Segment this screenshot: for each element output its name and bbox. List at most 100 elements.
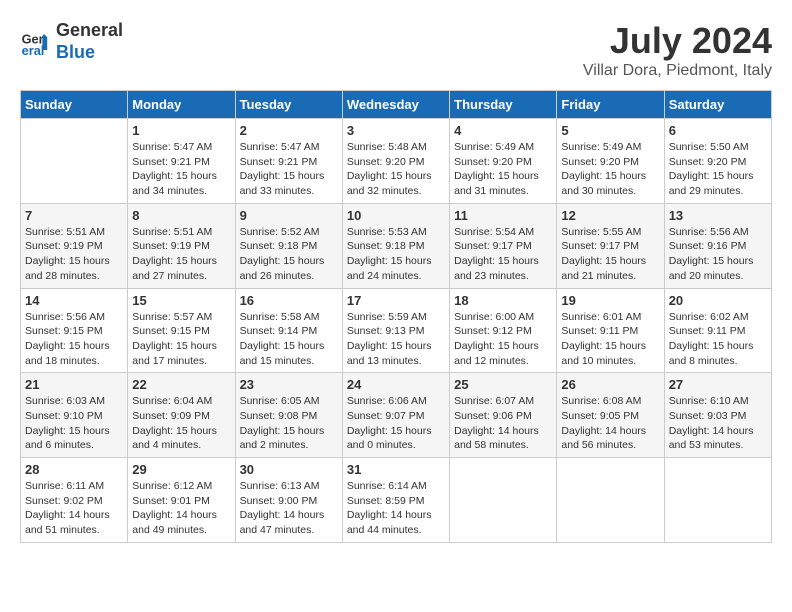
day-number: 26 [561, 377, 659, 392]
day-number: 27 [669, 377, 767, 392]
calendar-cell: 21 Sunrise: 6:03 AM Sunset: 9:10 PM Dayli… [21, 373, 128, 458]
day-number: 31 [347, 462, 445, 477]
day-info: Sunrise: 5:57 AM Sunset: 9:15 PM Dayligh… [132, 310, 230, 369]
day-info: Sunrise: 5:59 AM Sunset: 9:13 PM Dayligh… [347, 310, 445, 369]
calendar-cell: 29Sunrise: 6:12 AM Sunset: 9:01 PM Dayli… [128, 458, 235, 543]
main-title: July 2024 [583, 20, 772, 62]
logo-icon: Gen eral [20, 26, 52, 58]
calendar-cell: 20 Sunrise: 6:02 AM Sunset: 9:11 PM Dayli… [664, 288, 771, 373]
calendar-cell [450, 458, 557, 543]
day-number: 9 [240, 208, 338, 223]
day-number: 11 [454, 208, 552, 223]
week-row-4: 21 Sunrise: 6:03 AM Sunset: 9:10 PM Dayli… [21, 373, 772, 458]
weekday-header-thursday: Thursday [450, 91, 557, 119]
weekday-header-wednesday: Wednesday [342, 91, 449, 119]
day-number: 5 [561, 123, 659, 138]
page-header: Gen eral General Blue July 2024 Villar D… [20, 20, 772, 80]
calendar-cell: 22 Sunrise: 6:04 AM Sunset: 9:09 PM Dayli… [128, 373, 235, 458]
calendar-cell: 2Sunrise: 5:47 AM Sunset: 9:21 PM Daylig… [235, 119, 342, 204]
day-info: Sunrise: 6:13 AM Sunset: 9:00 PM Dayligh… [240, 479, 338, 538]
calendar-cell [557, 458, 664, 543]
day-info: Sunrise: 6:04 AM Sunset: 9:09 PM Dayligh… [132, 394, 230, 453]
calendar-cell: 9Sunrise: 5:52 AM Sunset: 9:18 PM Daylig… [235, 203, 342, 288]
day-info: Sunrise: 6:06 AM Sunset: 9:07 PM Dayligh… [347, 394, 445, 453]
day-number: 30 [240, 462, 338, 477]
week-row-5: 28 Sunrise: 6:11 AM Sunset: 9:02 PM Dayli… [21, 458, 772, 543]
calendar-table: SundayMondayTuesdayWednesdayThursdayFrid… [20, 90, 772, 543]
weekday-header-friday: Friday [557, 91, 664, 119]
day-number: 7 [25, 208, 123, 223]
day-number: 6 [669, 123, 767, 138]
day-info: Sunrise: 6:00 AM Sunset: 9:12 PM Dayligh… [454, 310, 552, 369]
day-number: 10 [347, 208, 445, 223]
day-number: 3 [347, 123, 445, 138]
day-info: Sunrise: 6:05 AM Sunset: 9:08 PM Dayligh… [240, 394, 338, 453]
day-number: 1 [132, 123, 230, 138]
day-info: Sunrise: 6:14 AM Sunset: 8:59 PM Dayligh… [347, 479, 445, 538]
calendar-cell: 7 Sunrise: 5:51 AM Sunset: 9:19 PM Daylig… [21, 203, 128, 288]
calendar-cell: 6 Sunrise: 5:50 AM Sunset: 9:20 PM Daylig… [664, 119, 771, 204]
calendar-cell: 8Sunrise: 5:51 AM Sunset: 9:19 PM Daylig… [128, 203, 235, 288]
day-info: Sunrise: 6:03 AM Sunset: 9:10 PM Dayligh… [25, 394, 123, 453]
day-info: Sunrise: 5:50 AM Sunset: 9:20 PM Dayligh… [669, 140, 767, 199]
day-number: 2 [240, 123, 338, 138]
calendar-cell: 23 Sunrise: 6:05 AM Sunset: 9:08 PM Dayli… [235, 373, 342, 458]
calendar-cell: 10 Sunrise: 5:53 AM Sunset: 9:18 PM Dayli… [342, 203, 449, 288]
day-info: Sunrise: 6:10 AM Sunset: 9:03 PM Dayligh… [669, 394, 767, 453]
calendar-cell: 24 Sunrise: 6:06 AM Sunset: 9:07 PM Dayli… [342, 373, 449, 458]
week-row-3: 14Sunrise: 5:56 AM Sunset: 9:15 PM Dayli… [21, 288, 772, 373]
calendar-cell: 30 Sunrise: 6:13 AM Sunset: 9:00 PM Dayli… [235, 458, 342, 543]
day-info: Sunrise: 5:54 AM Sunset: 9:17 PM Dayligh… [454, 225, 552, 284]
calendar-cell: 26 Sunrise: 6:08 AM Sunset: 9:05 PM Dayli… [557, 373, 664, 458]
calendar-cell: 18 Sunrise: 6:00 AM Sunset: 9:12 PM Dayli… [450, 288, 557, 373]
day-info: Sunrise: 6:07 AM Sunset: 9:06 PM Dayligh… [454, 394, 552, 453]
weekday-header-row: SundayMondayTuesdayWednesdayThursdayFrid… [21, 91, 772, 119]
day-number: 17 [347, 293, 445, 308]
day-number: 25 [454, 377, 552, 392]
day-number: 29 [132, 462, 230, 477]
day-info: Sunrise: 6:11 AM Sunset: 9:02 PM Dayligh… [25, 479, 123, 538]
calendar-cell: 28 Sunrise: 6:11 AM Sunset: 9:02 PM Dayli… [21, 458, 128, 543]
calendar-cell: 13 Sunrise: 5:56 AM Sunset: 9:16 PM Dayli… [664, 203, 771, 288]
day-number: 14 [25, 293, 123, 308]
day-number: 23 [240, 377, 338, 392]
day-number: 19 [561, 293, 659, 308]
day-number: 21 [25, 377, 123, 392]
weekday-header-saturday: Saturday [664, 91, 771, 119]
day-info: Sunrise: 6:02 AM Sunset: 9:11 PM Dayligh… [669, 310, 767, 369]
day-info: Sunrise: 5:56 AM Sunset: 9:16 PM Dayligh… [669, 225, 767, 284]
day-number: 20 [669, 293, 767, 308]
location-subtitle: Villar Dora, Piedmont, Italy [583, 62, 772, 80]
week-row-1: 1 Sunrise: 5:47 AM Sunset: 9:21 PM Daylig… [21, 119, 772, 204]
day-number: 13 [669, 208, 767, 223]
weekday-header-monday: Monday [128, 91, 235, 119]
day-info: Sunrise: 5:49 AM Sunset: 9:20 PM Dayligh… [454, 140, 552, 199]
day-info: Sunrise: 5:53 AM Sunset: 9:18 PM Dayligh… [347, 225, 445, 284]
day-number: 24 [347, 377, 445, 392]
day-number: 15 [132, 293, 230, 308]
calendar-cell: 16Sunrise: 5:58 AM Sunset: 9:14 PM Dayli… [235, 288, 342, 373]
calendar-cell: 15 Sunrise: 5:57 AM Sunset: 9:15 PM Dayli… [128, 288, 235, 373]
day-info: Sunrise: 5:51 AM Sunset: 9:19 PM Dayligh… [25, 225, 123, 284]
title-block: July 2024 Villar Dora, Piedmont, Italy [583, 20, 772, 80]
day-info: Sunrise: 5:49 AM Sunset: 9:20 PM Dayligh… [561, 140, 659, 199]
logo: Gen eral General Blue [20, 20, 123, 63]
day-number: 22 [132, 377, 230, 392]
day-info: Sunrise: 6:08 AM Sunset: 9:05 PM Dayligh… [561, 394, 659, 453]
svg-text:eral: eral [22, 42, 45, 57]
calendar-cell [21, 119, 128, 204]
calendar-cell: 31 Sunrise: 6:14 AM Sunset: 8:59 PM Dayli… [342, 458, 449, 543]
day-number: 12 [561, 208, 659, 223]
day-number: 28 [25, 462, 123, 477]
day-number: 18 [454, 293, 552, 308]
calendar-cell: 12Sunrise: 5:55 AM Sunset: 9:17 PM Dayli… [557, 203, 664, 288]
day-number: 4 [454, 123, 552, 138]
calendar-cell: 19Sunrise: 6:01 AM Sunset: 9:11 PM Dayli… [557, 288, 664, 373]
weekday-header-sunday: Sunday [21, 91, 128, 119]
calendar-cell: 14Sunrise: 5:56 AM Sunset: 9:15 PM Dayli… [21, 288, 128, 373]
week-row-2: 7 Sunrise: 5:51 AM Sunset: 9:19 PM Daylig… [21, 203, 772, 288]
day-info: Sunrise: 5:47 AM Sunset: 9:21 PM Dayligh… [132, 140, 230, 199]
calendar-cell: 17 Sunrise: 5:59 AM Sunset: 9:13 PM Dayli… [342, 288, 449, 373]
calendar-cell: 3 Sunrise: 5:48 AM Sunset: 9:20 PM Daylig… [342, 119, 449, 204]
day-info: Sunrise: 5:48 AM Sunset: 9:20 PM Dayligh… [347, 140, 445, 199]
